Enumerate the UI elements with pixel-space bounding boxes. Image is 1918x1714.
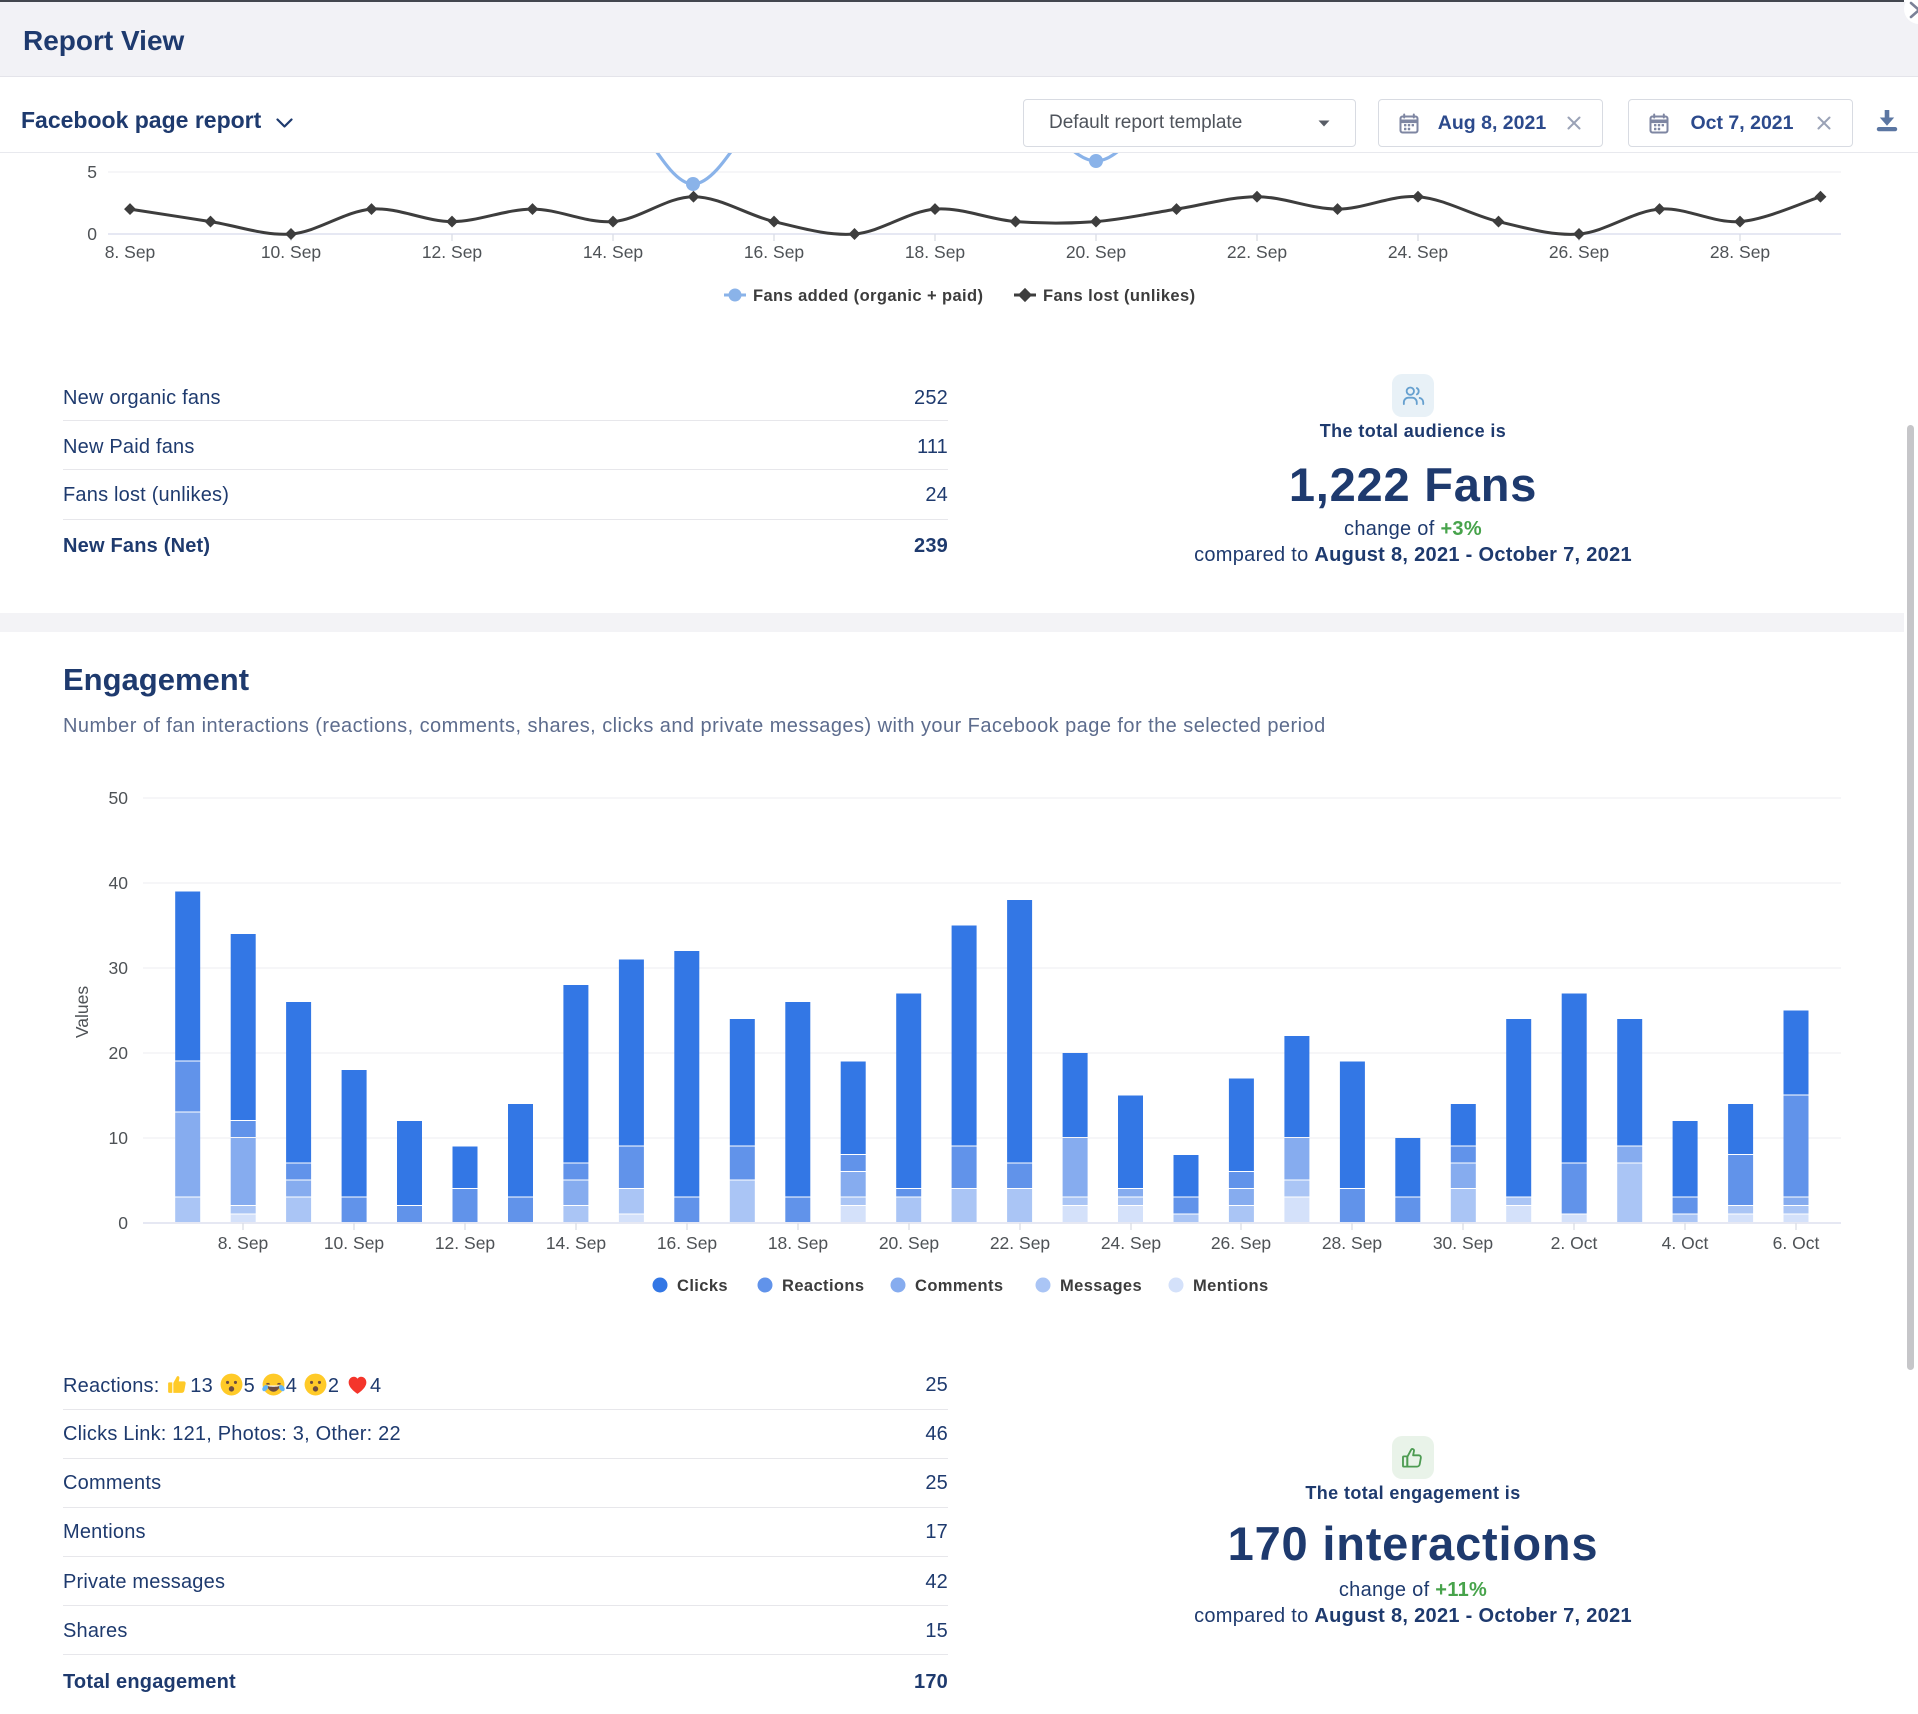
svg-text:Values: Values xyxy=(72,986,92,1038)
svg-text:28. Sep: 28. Sep xyxy=(1710,242,1770,262)
svg-text:22. Sep: 22. Sep xyxy=(990,1233,1050,1253)
svg-text:10. Sep: 10. Sep xyxy=(261,242,321,262)
svg-text:16. Sep: 16. Sep xyxy=(657,1233,717,1253)
svg-text:6. Oct: 6. Oct xyxy=(1773,1233,1820,1253)
svg-text:20. Sep: 20. Sep xyxy=(1066,242,1126,262)
svg-text:40: 40 xyxy=(109,873,129,893)
svg-text:24. Sep: 24. Sep xyxy=(1388,242,1448,262)
svg-text:2. Oct: 2. Oct xyxy=(1551,1233,1598,1253)
svg-text:Comments: Comments xyxy=(915,1277,1003,1295)
svg-text:Fans added (organic + paid): Fans added (organic + paid) xyxy=(753,287,983,305)
svg-text:28. Sep: 28. Sep xyxy=(1322,1233,1382,1253)
svg-text:26. Sep: 26. Sep xyxy=(1211,1233,1271,1253)
svg-text:18. Sep: 18. Sep xyxy=(905,242,965,262)
svg-text:Reactions: Reactions xyxy=(782,1277,864,1295)
svg-text:22. Sep: 22. Sep xyxy=(1227,242,1287,262)
svg-text:4. Oct: 4. Oct xyxy=(1662,1233,1709,1253)
svg-text:20. Sep: 20. Sep xyxy=(879,1233,939,1253)
svg-text:Fans lost (unlikes): Fans lost (unlikes) xyxy=(1043,287,1195,305)
svg-text:0: 0 xyxy=(87,224,97,244)
svg-text:Clicks: Clicks xyxy=(677,1277,728,1295)
svg-text:50: 50 xyxy=(109,788,129,808)
svg-text:30: 30 xyxy=(109,958,129,978)
svg-text:12. Sep: 12. Sep xyxy=(435,1233,495,1253)
svg-text:18. Sep: 18. Sep xyxy=(768,1233,828,1253)
svg-text:24. Sep: 24. Sep xyxy=(1101,1233,1161,1253)
svg-text:30. Sep: 30. Sep xyxy=(1433,1233,1493,1253)
svg-text:26. Sep: 26. Sep xyxy=(1549,242,1609,262)
svg-text:10: 10 xyxy=(109,1128,129,1148)
svg-text:Mentions: Mentions xyxy=(1193,1277,1269,1295)
svg-text:20: 20 xyxy=(109,1043,129,1063)
svg-text:0: 0 xyxy=(118,1213,128,1233)
svg-text:Messages: Messages xyxy=(1060,1277,1142,1295)
svg-text:10. Sep: 10. Sep xyxy=(324,1233,384,1253)
svg-text:16. Sep: 16. Sep xyxy=(744,242,804,262)
svg-text:8. Sep: 8. Sep xyxy=(105,242,156,262)
svg-text:14. Sep: 14. Sep xyxy=(583,242,643,262)
svg-text:8. Sep: 8. Sep xyxy=(218,1233,269,1253)
svg-text:12. Sep: 12. Sep xyxy=(422,242,482,262)
svg-text:5: 5 xyxy=(87,162,97,182)
svg-text:14. Sep: 14. Sep xyxy=(546,1233,606,1253)
